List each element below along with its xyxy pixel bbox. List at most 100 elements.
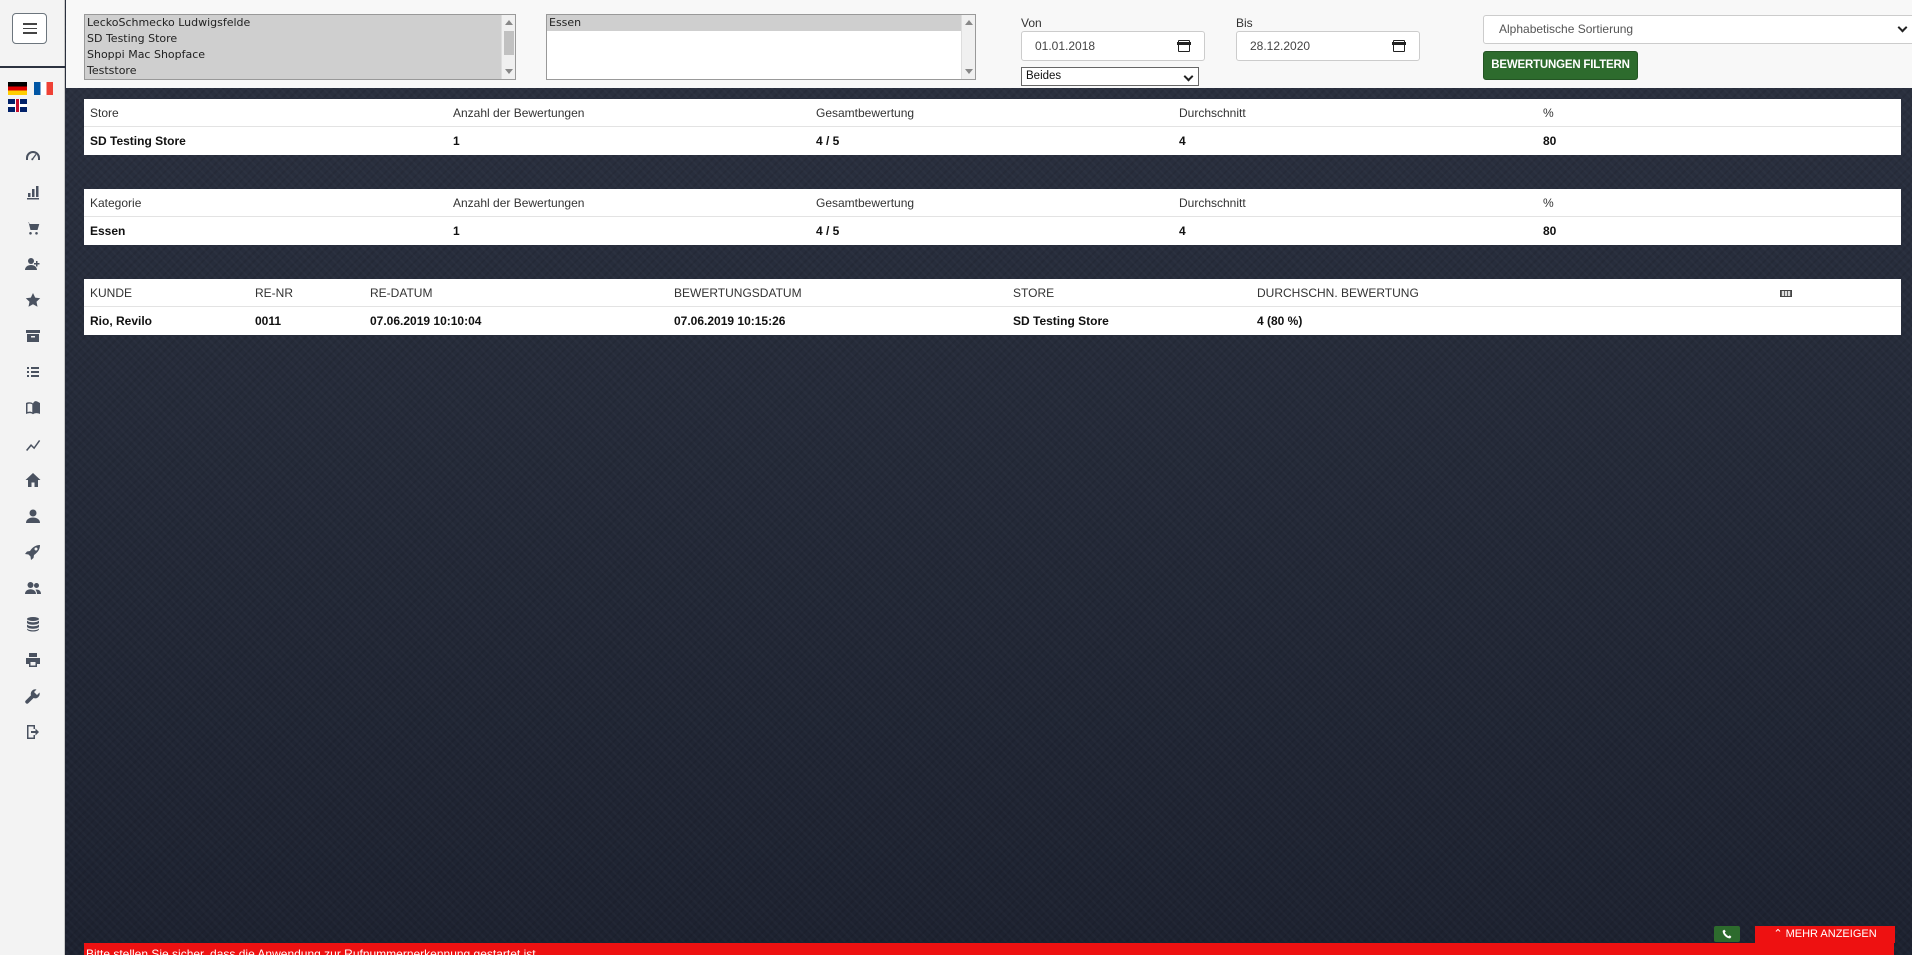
- rating-type-value: Beides: [1026, 70, 1062, 82]
- table-cell: SD Testing Store: [1013, 314, 1109, 328]
- keyboard-icon[interactable]: [1780, 290, 1792, 297]
- table-header-row: KUNDE RE-NR RE-DATUM BEWERTUNGSDATUM STO…: [84, 279, 1901, 307]
- star-icon[interactable]: [0, 282, 65, 318]
- sort-select[interactable]: Alphabetische Sortierung: [1483, 15, 1912, 44]
- column-header: DURCHSCHN. BEWERTUNG: [1257, 286, 1419, 300]
- table-cell: 4 (80 %): [1257, 314, 1303, 328]
- to-date-input[interactable]: 28.12.2020: [1236, 31, 1420, 61]
- hamburger-icon: [22, 23, 37, 25]
- chevron-down-icon: [1897, 22, 1908, 33]
- category-multiselect[interactable]: Essen: [546, 14, 976, 80]
- category-option[interactable]: Essen: [547, 15, 975, 31]
- column-header: KUNDE: [90, 286, 133, 300]
- ratings-table: KUNDE RE-NR RE-DATUM BEWERTUNGSDATUM STO…: [84, 279, 1901, 335]
- store-option[interactable]: Teststore: [85, 63, 515, 79]
- french-flag-icon[interactable]: [34, 82, 53, 95]
- category-list-scrollbar[interactable]: [961, 15, 975, 79]
- book-icon[interactable]: [0, 390, 65, 426]
- column-header: RE-DATUM: [370, 286, 433, 300]
- column-header: Durchschnitt: [1179, 106, 1246, 120]
- table-cell: 4 / 5: [816, 224, 840, 238]
- to-date-label: Bis: [1236, 16, 1253, 30]
- database-icon[interactable]: [0, 606, 65, 642]
- column-header: %: [1543, 196, 1554, 210]
- menu-toggle-button[interactable]: [12, 13, 47, 44]
- table-cell: 0011: [255, 314, 282, 328]
- filter-bar: LeckoSchmecko Ludwigsfelde SD Testing St…: [66, 0, 1912, 88]
- from-date-input[interactable]: 01.01.2018: [1021, 31, 1205, 61]
- dashboard-icon[interactable]: [0, 138, 65, 174]
- column-header: RE-NR: [255, 286, 293, 300]
- to-date-value: 28.12.2020: [1250, 39, 1311, 53]
- store-list-scrollbar[interactable]: [501, 15, 515, 79]
- list-icon[interactable]: [0, 354, 65, 390]
- calendar-icon[interactable]: [1392, 40, 1406, 52]
- table-header-row: Kategorie Anzahl der Bewertungen Gesamtb…: [84, 189, 1901, 217]
- filter-ratings-button[interactable]: BEWERTUNGEN FILTERN: [1483, 51, 1638, 80]
- column-header: %: [1543, 106, 1554, 120]
- table-cell: 1: [453, 224, 460, 238]
- table-header-row: Store Anzahl der Bewertungen Gesamtbewer…: [84, 99, 1901, 127]
- column-header: BEWERTUNGSDATUM: [674, 286, 802, 300]
- table-cell: 80: [1543, 134, 1557, 148]
- chevron-down-icon: [1183, 71, 1194, 82]
- store-summary-table: Store Anzahl der Bewertungen Gesamtbewer…: [84, 99, 1901, 155]
- store-option[interactable]: Shoppi Mac Shopface: [85, 47, 515, 63]
- sidebar-nav: [0, 138, 65, 750]
- german-flag-icon[interactable]: [8, 82, 27, 95]
- home-icon[interactable]: [0, 462, 65, 498]
- column-header: Anzahl der Bewertungen: [453, 106, 585, 120]
- print-icon[interactable]: [0, 642, 65, 678]
- scroll-up-icon[interactable]: [965, 20, 973, 25]
- rating-type-select[interactable]: Beides: [1021, 67, 1199, 86]
- show-more-button[interactable]: ⌃ MEHR ANZEIGEN: [1755, 926, 1895, 943]
- column-header: Durchschnitt: [1179, 196, 1246, 210]
- phone-icon: [1722, 929, 1732, 939]
- archive-icon[interactable]: [0, 318, 65, 354]
- user-icon[interactable]: [0, 498, 65, 534]
- store-option[interactable]: SD Testing Store: [85, 31, 515, 47]
- table-cell: SD Testing Store: [90, 134, 186, 148]
- users-icon[interactable]: [0, 570, 65, 606]
- column-header: Store: [90, 106, 119, 120]
- scroll-down-icon[interactable]: [965, 69, 973, 74]
- sidebar: [0, 0, 65, 955]
- table-cell: Essen: [90, 224, 126, 238]
- caller-id-notice-text: Bitte stellen Sie sicher, dass die Anwen…: [86, 947, 536, 955]
- table-cell: 80: [1543, 224, 1557, 238]
- table-row[interactable]: Rio, Revilo 0011 07.06.2019 10:10:04 07.…: [84, 307, 1901, 335]
- table-row: Essen 1 4 / 5 4 80: [84, 217, 1901, 245]
- sort-value: Alphabetische Sortierung: [1499, 22, 1634, 36]
- column-header: Anzahl der Bewertungen: [453, 196, 585, 210]
- from-date-label: Von: [1021, 16, 1042, 30]
- english-flag-icon[interactable]: [8, 99, 27, 112]
- chevron-up-icon: ⌃: [1773, 928, 1783, 940]
- sidebar-divider: [0, 66, 65, 68]
- table-cell: 4: [1179, 134, 1186, 148]
- table-cell: 07.06.2019 10:10:04: [370, 314, 482, 328]
- column-header: Kategorie: [90, 196, 142, 210]
- scroll-up-icon[interactable]: [505, 20, 513, 25]
- table-cell: 1: [453, 134, 460, 148]
- column-header: STORE: [1013, 286, 1055, 300]
- phone-button[interactable]: [1714, 926, 1740, 942]
- scroll-down-icon[interactable]: [505, 69, 513, 74]
- caller-id-notice: Bitte stellen Sie sicher, dass die Anwen…: [84, 943, 1894, 955]
- show-more-label: MEHR ANZEIGEN: [1785, 928, 1877, 940]
- trend-icon[interactable]: [0, 426, 65, 462]
- rocket-icon[interactable]: [0, 534, 65, 570]
- add-user-icon[interactable]: [0, 246, 65, 282]
- table-cell: 4 / 5: [816, 134, 840, 148]
- column-header: Gesamtbewertung: [816, 106, 915, 120]
- bar-chart-icon[interactable]: [0, 174, 65, 210]
- store-multiselect[interactable]: LeckoSchmecko Ludwigsfelde SD Testing St…: [84, 14, 516, 80]
- table-row: SD Testing Store 1 4 / 5 4 80: [84, 127, 1901, 155]
- column-header: Gesamtbewertung: [816, 196, 915, 210]
- wrench-icon[interactable]: [0, 678, 65, 714]
- table-cell: Rio, Revilo: [90, 314, 153, 328]
- cart-icon[interactable]: [0, 210, 65, 246]
- store-option[interactable]: LeckoSchmecko Ludwigsfelde: [85, 15, 515, 31]
- logout-icon[interactable]: [0, 714, 65, 750]
- calendar-icon[interactable]: [1177, 40, 1191, 52]
- table-cell: 07.06.2019 10:15:26: [674, 314, 786, 328]
